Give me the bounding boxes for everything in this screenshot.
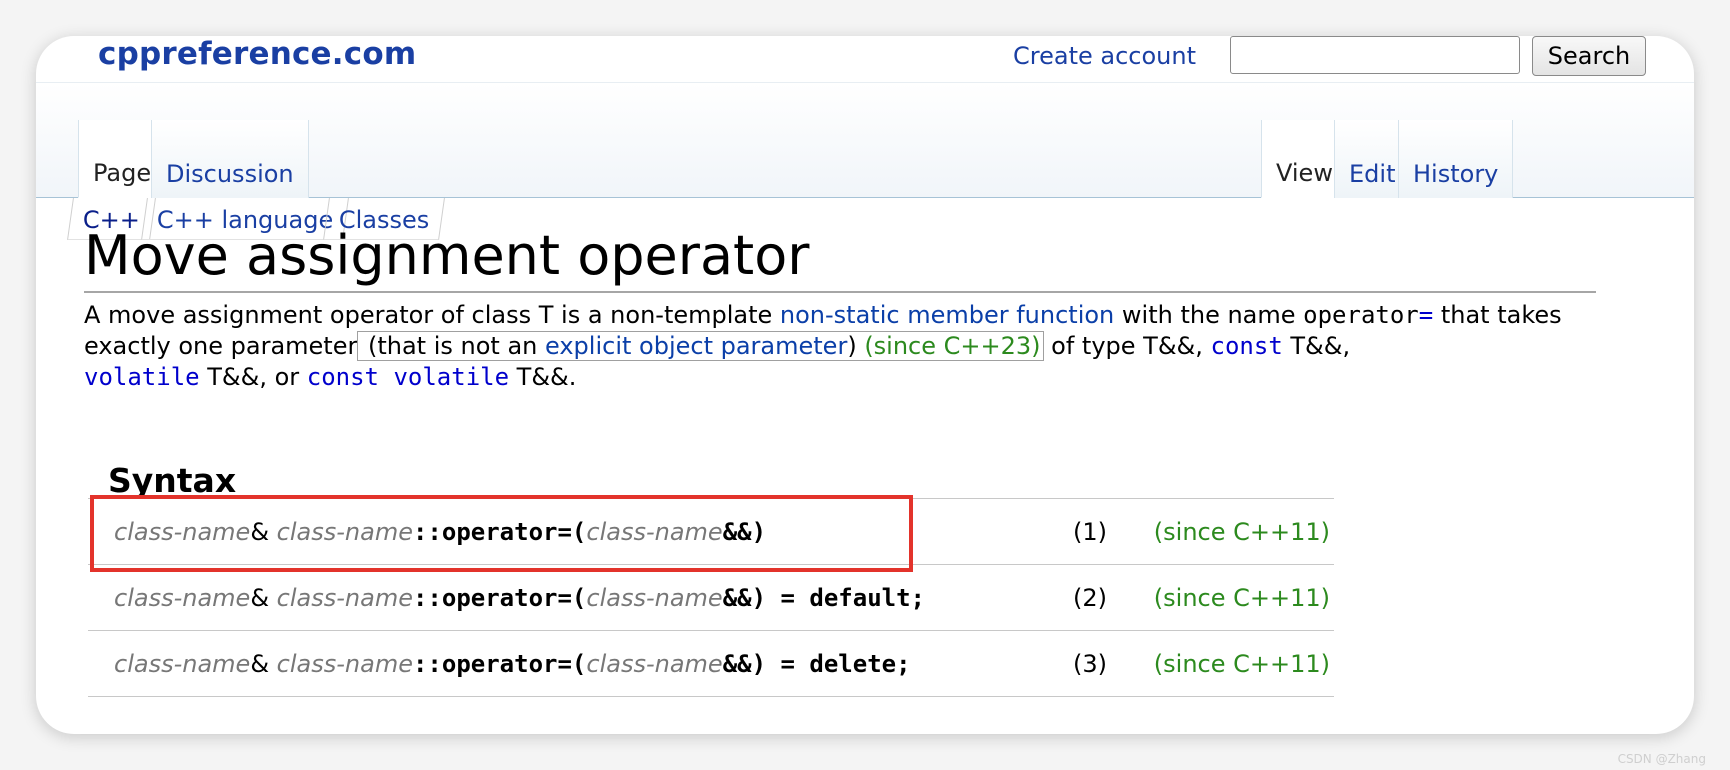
syntax-heading: Syntax [108, 461, 237, 501]
explicit-object-parameter-link[interactable]: explicit object parameter [545, 332, 847, 360]
non-static-member-function-link[interactable]: non-static member function [780, 301, 1114, 329]
since-badge: (since C++11) [1130, 630, 1334, 697]
since-badge: (since C++11) [1130, 498, 1334, 565]
since-badge: (since C++11) [1130, 564, 1334, 631]
syntax-number: (2) [1050, 564, 1130, 631]
syntax-code: class-name& class-name::operator=(class-… [88, 498, 1050, 565]
volatile-keyword: volatile [84, 363, 200, 391]
tab-strip: Page Discussion View Edit History [36, 82, 1694, 198]
description-paragraph: A move assignment operator of class T is… [84, 301, 1562, 391]
table-row: class-name& class-name::operator=(class-… [88, 630, 1334, 697]
syntax-code: class-name& class-name::operator=(class-… [88, 564, 1050, 631]
tab-discussion[interactable]: Discussion [151, 120, 309, 198]
operator-keyword: operator [1303, 301, 1419, 329]
search-button[interactable]: Search [1532, 36, 1646, 76]
search-input[interactable] [1230, 36, 1520, 74]
create-account-link[interactable]: Create account [1013, 42, 1196, 70]
page-title: Move assignment operator [84, 224, 1596, 293]
syntax-code: class-name& class-name::operator=(class-… [88, 630, 1050, 697]
tab-history[interactable]: History [1398, 120, 1514, 198]
table-row: class-name& class-name::operator=(class-… [88, 564, 1334, 631]
since-cpp23-box: (that is not an explicit object paramete… [357, 331, 1044, 361]
syntax-number: (3) [1050, 630, 1130, 697]
watermark: CSDN @Zhang [1617, 752, 1706, 766]
site-logo[interactable]: cppreference.com [98, 36, 416, 72]
since-badge: (since C++23) [864, 332, 1041, 360]
table-row: class-name& class-name::operator=(class-… [88, 498, 1334, 565]
const-keyword: const [1210, 332, 1283, 360]
syntax-number: (1) [1050, 498, 1130, 565]
const-volatile-keyword: const volatile [306, 363, 510, 391]
syntax-table: class-name& class-name::operator=(class-… [88, 498, 1334, 697]
page-card: cppreference.com Create account Search P… [36, 36, 1694, 734]
